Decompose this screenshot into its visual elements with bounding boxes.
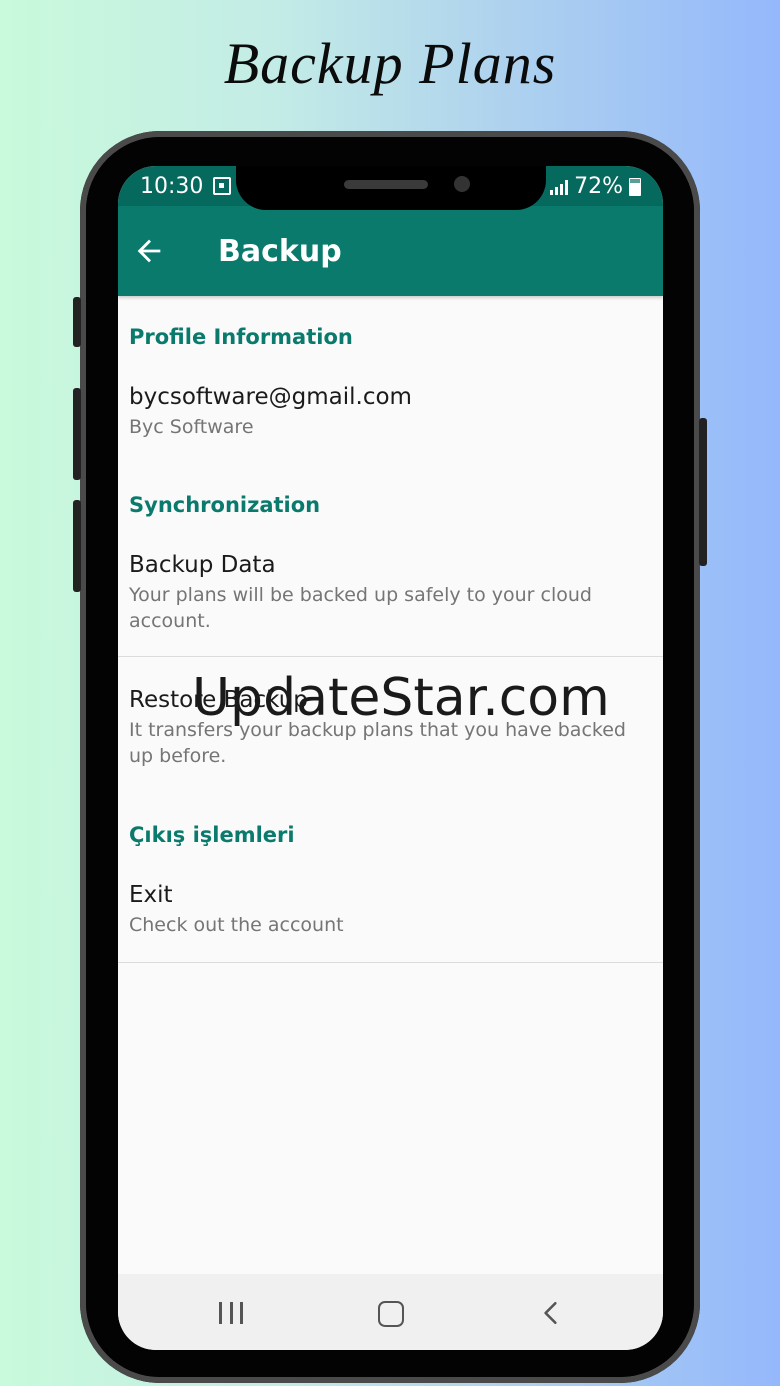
battery-icon	[629, 177, 641, 196]
status-time: 10:30	[140, 174, 204, 199]
signal-icon	[550, 179, 569, 195]
camera-notch	[236, 166, 546, 210]
section-header-profile: Profile Information	[129, 325, 353, 349]
divider	[118, 962, 663, 963]
phone-screen: 10:30 72% Backup Profile Information byc…	[118, 166, 663, 1350]
calendar-icon	[213, 177, 231, 195]
page-title: Backup	[218, 234, 342, 269]
backup-data-item[interactable]: Backup Data Your plans will be backed up…	[118, 552, 663, 634]
section-header-sync: Synchronization	[129, 493, 321, 517]
exit-item[interactable]: Exit Check out the account	[118, 882, 663, 938]
volume-down-button	[73, 388, 81, 480]
exit-summary: Check out the account	[129, 914, 344, 936]
power-button	[699, 418, 707, 566]
exit-title: Exit	[129, 882, 173, 908]
speaker-grille	[344, 180, 428, 189]
backup-data-summary: Your plans will be backed up safely to y…	[129, 584, 592, 632]
front-camera-icon	[454, 176, 470, 192]
watermark: UpdateStar.com	[192, 668, 610, 728]
backup-data-title: Backup Data	[129, 552, 276, 578]
arrow-back-icon[interactable]	[132, 234, 166, 268]
navigation-bar	[118, 1274, 663, 1350]
bixby-button	[73, 500, 81, 592]
volume-up-button	[73, 297, 81, 347]
preferences-list: Profile Information bycsoftware@gmail.co…	[118, 296, 663, 963]
section-header-exit: Çıkış işlemleri	[129, 823, 295, 847]
page-headline: Backup Plans	[223, 31, 557, 96]
home-icon[interactable]	[378, 1301, 404, 1327]
profile-email: bycsoftware@gmail.com	[129, 384, 412, 410]
app-bar: Backup	[118, 206, 663, 296]
profile-account-item[interactable]: bycsoftware@gmail.com Byc Software	[118, 384, 663, 440]
back-chevron-icon[interactable]	[538, 1300, 564, 1326]
profile-name: Byc Software	[129, 416, 254, 438]
battery-percent: 72%	[574, 174, 623, 199]
recents-icon[interactable]	[219, 1302, 243, 1324]
